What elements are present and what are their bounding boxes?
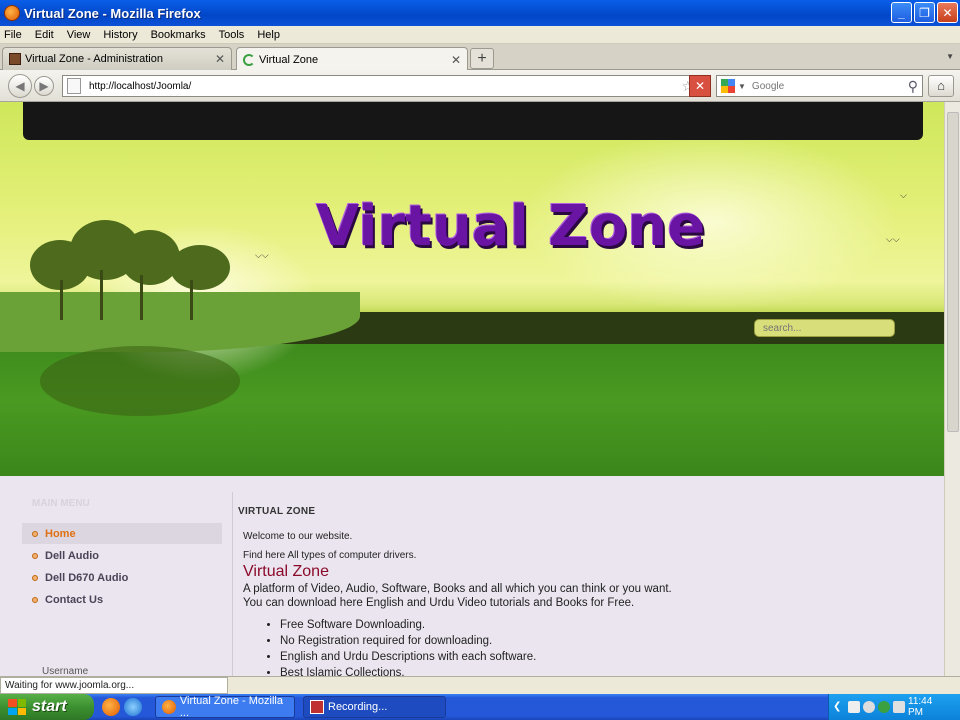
back-button[interactable]: ◀ [8, 74, 32, 98]
main-menu-title: MAIN MENU [32, 498, 90, 509]
article-subtitle: Virtual Zone [243, 563, 329, 580]
menu-help[interactable]: Help [257, 29, 280, 41]
menu-file[interactable]: File [4, 29, 22, 41]
feature-list: Free Software Downloading. No Registrati… [280, 619, 928, 676]
bullet-icon [32, 552, 38, 559]
tab-bar: Virtual Zone - Administration ✕ Virtual … [0, 44, 960, 71]
tab-close-icon[interactable]: ✕ [215, 52, 225, 66]
status-text: Waiting for www.joomla.org... [0, 677, 228, 694]
page-viewport: Virtual Zone ⌵⌵ ⌵ ⌵⌵ MAIN MENU Home Dell… [0, 102, 960, 676]
url-bar[interactable]: http://localhost/Joomla/ ☆ ▼ [62, 75, 711, 97]
network-icon[interactable] [848, 701, 860, 713]
home-button[interactable]: ⌂ [928, 75, 954, 97]
maximize-button[interactable]: ❐ [914, 2, 935, 23]
volume-icon[interactable] [893, 701, 905, 713]
bird-icon: ⌵⌵ [255, 250, 269, 260]
tray-expand-icon[interactable]: ❮ [833, 701, 845, 713]
close-button[interactable]: ✕ [937, 2, 958, 23]
taskbar-item-recording[interactable]: Recording... [303, 696, 446, 718]
article-heading: VIRTUAL ZONE [238, 506, 316, 517]
firefox-icon [4, 5, 20, 21]
article: VIRTUAL ZONE Welcome to our website. Fin… [238, 506, 928, 676]
tab-close-icon[interactable]: ✕ [451, 53, 461, 67]
clock: 11:44 PM [908, 696, 933, 718]
bullet-icon [32, 596, 38, 603]
scrollbar-thumb[interactable] [947, 112, 959, 432]
bullet-icon [32, 530, 38, 537]
web-search-input[interactable] [751, 80, 908, 92]
usb-icon[interactable] [863, 701, 875, 713]
menu-view[interactable]: View [67, 29, 91, 41]
tab-list-dropdown-icon[interactable]: ▼ [946, 52, 954, 61]
top-menu-strip [23, 102, 923, 140]
article-paragraph-1: A platform of Video, Audio, Software, Bo… [243, 583, 672, 595]
firefox-quicklaunch-icon[interactable] [102, 698, 120, 716]
menu-history[interactable]: History [103, 29, 137, 41]
trees-illustration [30, 210, 250, 320]
list-item: No Registration required for downloading… [280, 635, 928, 647]
new-tab-button[interactable]: + [470, 48, 494, 69]
site-logo-text: Virtual Zone [316, 194, 706, 259]
system-tray: ❮ 11:44 PM [828, 694, 960, 720]
search-bar: ▼ ⚲ [716, 75, 923, 97]
recorder-icon [310, 700, 324, 714]
window-title: Virtual Zone - Mozilla Firefox [24, 5, 201, 21]
windows-taskbar: start Virtual Zone - Mozilla ... Recordi… [0, 694, 960, 720]
tab-virtual-zone[interactable]: Virtual Zone ✕ [236, 47, 468, 71]
loading-spinner-icon [243, 53, 255, 66]
security-icon[interactable] [878, 701, 890, 713]
menu-item-home[interactable]: Home [22, 523, 222, 544]
search-icon[interactable]: ⚲ [908, 78, 918, 95]
start-button[interactable]: start [0, 694, 94, 720]
menu-item-contact-us[interactable]: Contact Us [22, 589, 222, 610]
navigation-toolbar: ◀ ▶ http://localhost/Joomla/ ☆ ▼ ✕ ▼ ⚲ ⌂ [0, 70, 960, 102]
url-text: http://localhost/Joomla/ [89, 80, 192, 92]
site-header-banner: Virtual Zone ⌵⌵ ⌵ ⌵⌵ [0, 102, 944, 476]
page-icon [67, 78, 81, 94]
bird-icon: ⌵ [900, 190, 907, 200]
vertical-scrollbar[interactable] [944, 102, 960, 676]
bullet-icon [32, 574, 38, 581]
windows-logo-icon [8, 699, 26, 715]
tab-label: Virtual Zone [259, 53, 319, 66]
firefox-icon [162, 700, 176, 714]
ie-quicklaunch-icon[interactable] [124, 698, 142, 716]
bird-icon: ⌵⌵ [886, 234, 900, 244]
left-sidebar: MAIN MENU Home Dell Audio Dell D670 Audi… [22, 484, 222, 676]
tab-administration[interactable]: Virtual Zone - Administration ✕ [2, 47, 232, 70]
stop-button[interactable]: ✕ [689, 75, 711, 97]
engine-dropdown-icon[interactable]: ▼ [738, 82, 746, 91]
welcome-text: Welcome to our website. [243, 531, 353, 542]
menu-tools[interactable]: Tools [219, 29, 245, 41]
menu-bar: File Edit View History Bookmarks Tools H… [0, 26, 960, 44]
list-item: English and Urdu Descriptions with each … [280, 651, 928, 663]
taskbar-item-firefox[interactable]: Virtual Zone - Mozilla ... [155, 695, 295, 719]
title-bar: Virtual Zone - Mozilla Firefox _ ❐ ✕ [0, 0, 960, 26]
google-engine-icon[interactable] [721, 79, 735, 93]
menu-item-dell-d670-audio[interactable]: Dell D670 Audio [22, 567, 222, 588]
menu-edit[interactable]: Edit [35, 29, 54, 41]
menu-item-dell-audio[interactable]: Dell Audio [22, 545, 222, 566]
minimize-button[interactable]: _ [891, 2, 912, 23]
column-divider [232, 492, 233, 676]
username-label: Username [42, 666, 89, 676]
list-item: Free Software Downloading. [280, 619, 928, 631]
page-body: MAIN MENU Home Dell Audio Dell D670 Audi… [0, 476, 944, 676]
joomla-favicon-icon [9, 53, 21, 65]
main-menu: Home Dell Audio Dell D670 Audio Contact … [22, 523, 222, 610]
forward-button[interactable]: ▶ [34, 76, 54, 96]
article-paragraph-2: You can download here English and Urdu V… [243, 597, 635, 609]
menu-bookmarks[interactable]: Bookmarks [151, 29, 206, 41]
tab-label: Virtual Zone - Administration [25, 53, 163, 65]
status-bar: Waiting for www.joomla.org... [0, 676, 960, 694]
list-item: Best Islamic Collections. [280, 667, 928, 676]
site-search-input[interactable] [754, 319, 895, 337]
drivers-text: Find here All types of computer drivers. [243, 550, 417, 561]
